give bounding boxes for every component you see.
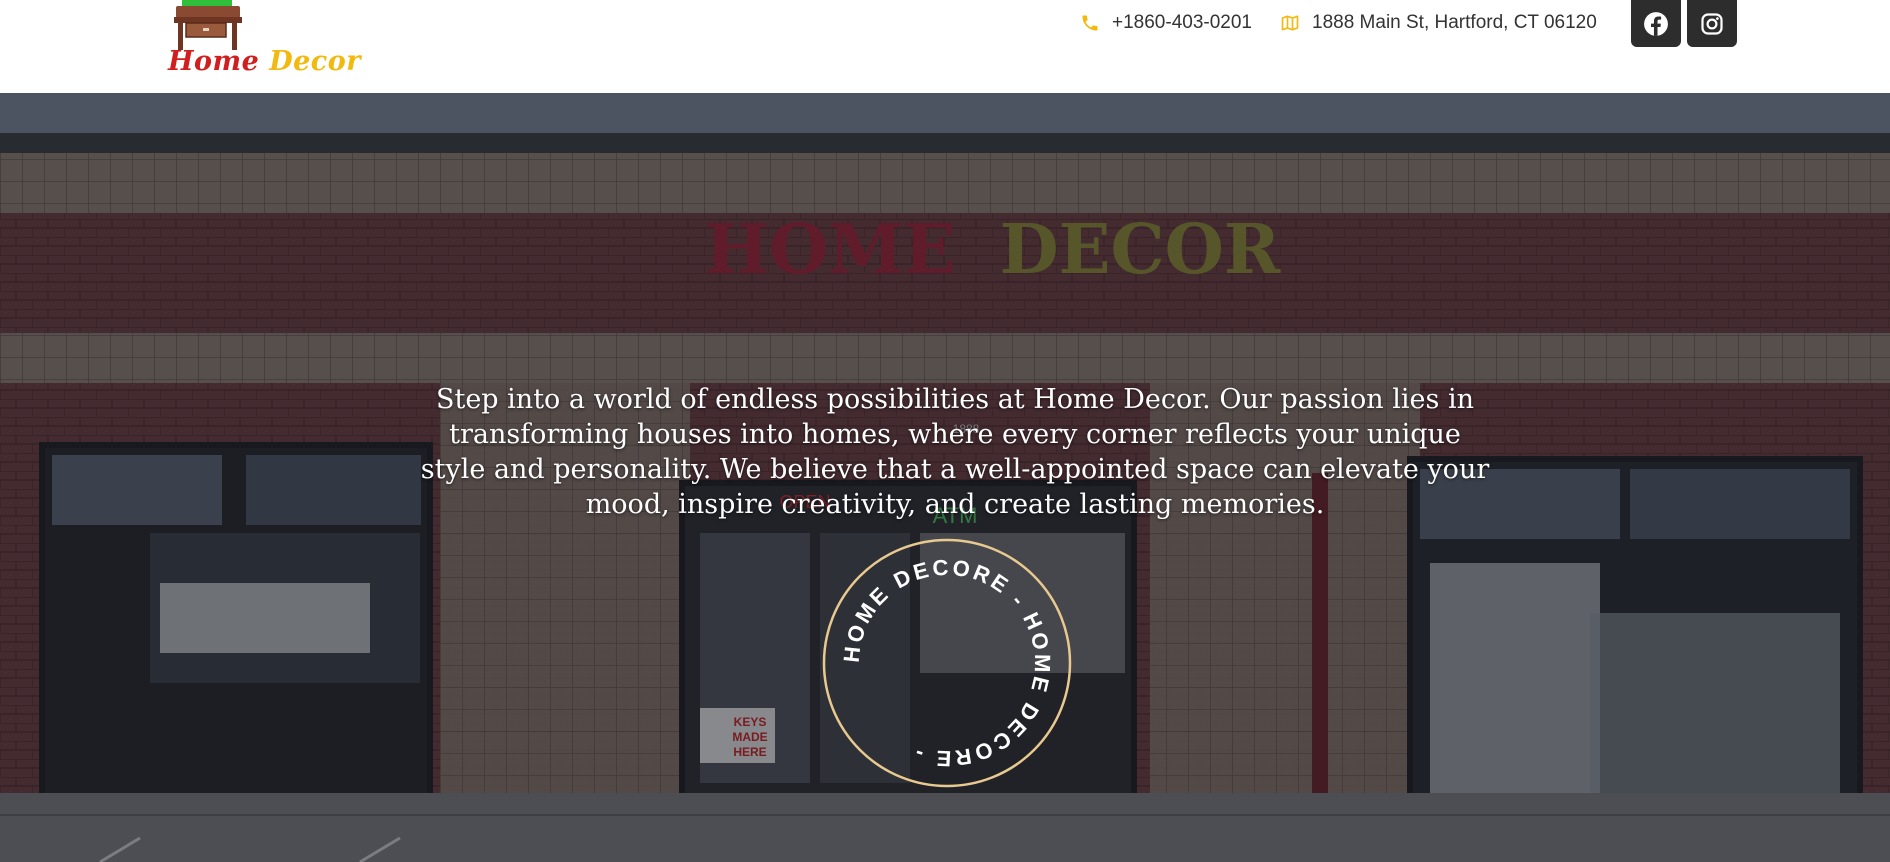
facebook-icon — [1644, 11, 1668, 36]
site-header: Home Decor +1860-403-0201 1888 Main St, … — [0, 0, 1890, 93]
instagram-button[interactable] — [1687, 0, 1737, 47]
badge-circular-text: HOME DECORE - HOME DECORE - — [839, 555, 1053, 772]
map-icon — [1281, 15, 1299, 31]
logo-wordmark: Home Decor — [168, 46, 361, 77]
svg-text:HOME DECORE - HOME DECORE -: HOME DECORE - HOME DECORE - — [839, 555, 1056, 772]
phone-number: +1860-403-0201 — [1112, 12, 1252, 33]
hero-section: HOME DECOR OPEN ATM 1888 KEYS MADE HERE … — [0, 93, 1890, 862]
facebook-button[interactable] — [1631, 0, 1681, 47]
instagram-icon — [1701, 12, 1723, 35]
desk-icon — [174, 0, 242, 50]
street-address: 1888 Main St, Hartford, CT 06120 — [1312, 12, 1597, 33]
site-logo[interactable]: Home Decor — [160, 0, 360, 86]
phone-icon — [1082, 15, 1098, 31]
phone-contact[interactable]: +1860-403-0201 — [1080, 10, 1252, 36]
hero-description: Step into a world of endless possibiliti… — [420, 384, 1490, 520]
home-decore-badge: HOME DECORE - HOME DECORE - — [822, 538, 1072, 788]
address-contact[interactable]: 1888 Main St, Hartford, CT 06120 — [1280, 10, 1597, 36]
